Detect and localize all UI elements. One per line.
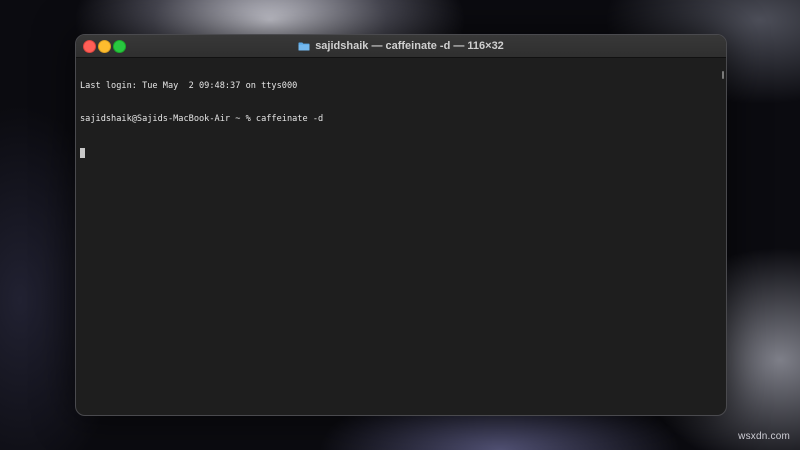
- terminal-window[interactable]: sajidshaik — caffeinate -d — 116×32 Last…: [75, 34, 727, 416]
- cursor-line: [80, 147, 716, 158]
- command-line: sajidshaik@Sajids-MacBook-Air ~ % caffei…: [80, 114, 324, 124]
- window-title-container: sajidshaik — caffeinate -d — 116×32: [76, 35, 726, 57]
- terminal-output[interactable]: Last login: Tue May 2 09:48:37 on ttys00…: [80, 59, 716, 415]
- folder-icon: [298, 42, 310, 51]
- last-login-line: Last login: Tue May 2 09:48:37 on ttys00…: [80, 81, 298, 91]
- text-cursor: [80, 148, 85, 158]
- window-title: sajidshaik — caffeinate -d — 116×32: [315, 40, 504, 52]
- title-bar[interactable]: sajidshaik — caffeinate -d — 116×32: [76, 35, 726, 58]
- watermark: wsxdn.com: [738, 431, 790, 442]
- scroll-indicator[interactable]: [722, 71, 724, 79]
